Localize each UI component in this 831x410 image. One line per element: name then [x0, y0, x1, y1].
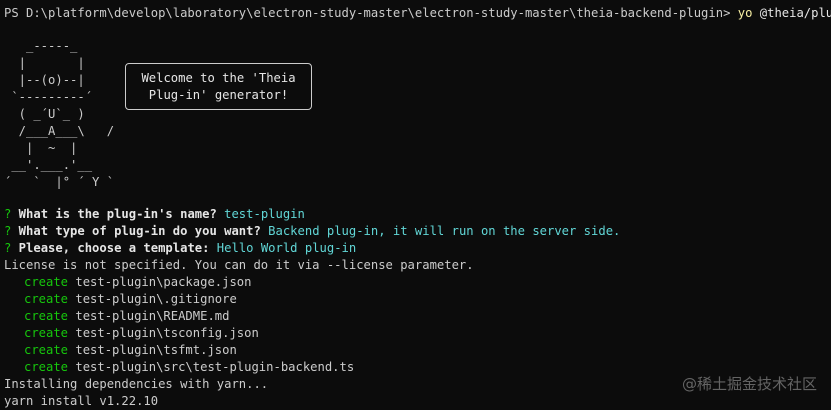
- answer-text: Backend plug-in, it will run on the serv…: [260, 224, 621, 238]
- welcome-line-2: Plug-in' generator!: [148, 87, 289, 102]
- question-text: What is the plug-in's name?: [11, 207, 217, 221]
- create-label: create: [24, 309, 69, 323]
- created-file: test-plugin\tsconfig.json: [75, 326, 259, 340]
- question-line-template: ? Please, choose a template: Hello World…: [4, 240, 356, 257]
- yarn-version-line: yarn install v1.22.10: [4, 394, 159, 408]
- created-file: test-plugin\README.md: [75, 309, 230, 323]
- created-file: test-plugin\tsfmt.json: [75, 343, 237, 357]
- yeoman-ascii-art: _-----_ | | |--(o)--| `---------´ ( _´U`…: [4, 39, 115, 189]
- prompt-argument: @theia/plugin: [759, 6, 831, 20]
- create-label: create: [24, 326, 69, 340]
- created-file: test-plugin\package.json: [75, 275, 252, 289]
- create-label: create: [24, 360, 69, 374]
- create-line: create test-plugin\tsconfig.json: [4, 325, 259, 342]
- prompt-command: yo: [737, 6, 753, 20]
- question-line-name: ? What is the plug-in's name? test-plugi…: [4, 206, 305, 223]
- terminal-window[interactable]: PS D:\platform\develop\laboratory\electr…: [0, 0, 831, 409]
- create-label: create: [24, 275, 69, 289]
- create-label: create: [24, 292, 69, 306]
- welcome-message-box: Welcome to the 'Theia Plug-in' generator…: [125, 63, 312, 110]
- create-line: create test-plugin\README.md: [4, 308, 229, 325]
- created-file: test-plugin\.gitignore: [75, 292, 237, 306]
- create-line: create test-plugin\src\test-plugin-backe…: [4, 359, 354, 376]
- welcome-line-1: Welcome to the 'Theia: [141, 70, 296, 85]
- watermark: @稀土掘金技术社区: [681, 375, 817, 393]
- create-line: create test-plugin\tsfmt.json: [4, 342, 237, 359]
- create-label: create: [24, 343, 69, 357]
- prompt-path: PS D:\platform\develop\laboratory\electr…: [4, 6, 738, 20]
- create-line: create test-plugin\package.json: [4, 274, 251, 291]
- question-text: What type of plug-in do you want?: [11, 224, 261, 238]
- install-status: Installing dependencies with yarn...: [4, 377, 269, 391]
- question-line-type: ? What type of plug-in do you want? Back…: [4, 223, 620, 240]
- create-line: create test-plugin\.gitignore: [4, 291, 237, 308]
- answer-text: test-plugin: [216, 207, 305, 221]
- question-text: Please, choose a template:: [11, 241, 210, 255]
- prompt-line: PS D:\platform\develop\laboratory\electr…: [4, 5, 831, 22]
- license-note: License is not specified. You can do it …: [4, 258, 474, 272]
- answer-text: Hello World plug-in: [209, 241, 357, 255]
- created-file: test-plugin\src\test-plugin-backend.ts: [75, 360, 355, 374]
